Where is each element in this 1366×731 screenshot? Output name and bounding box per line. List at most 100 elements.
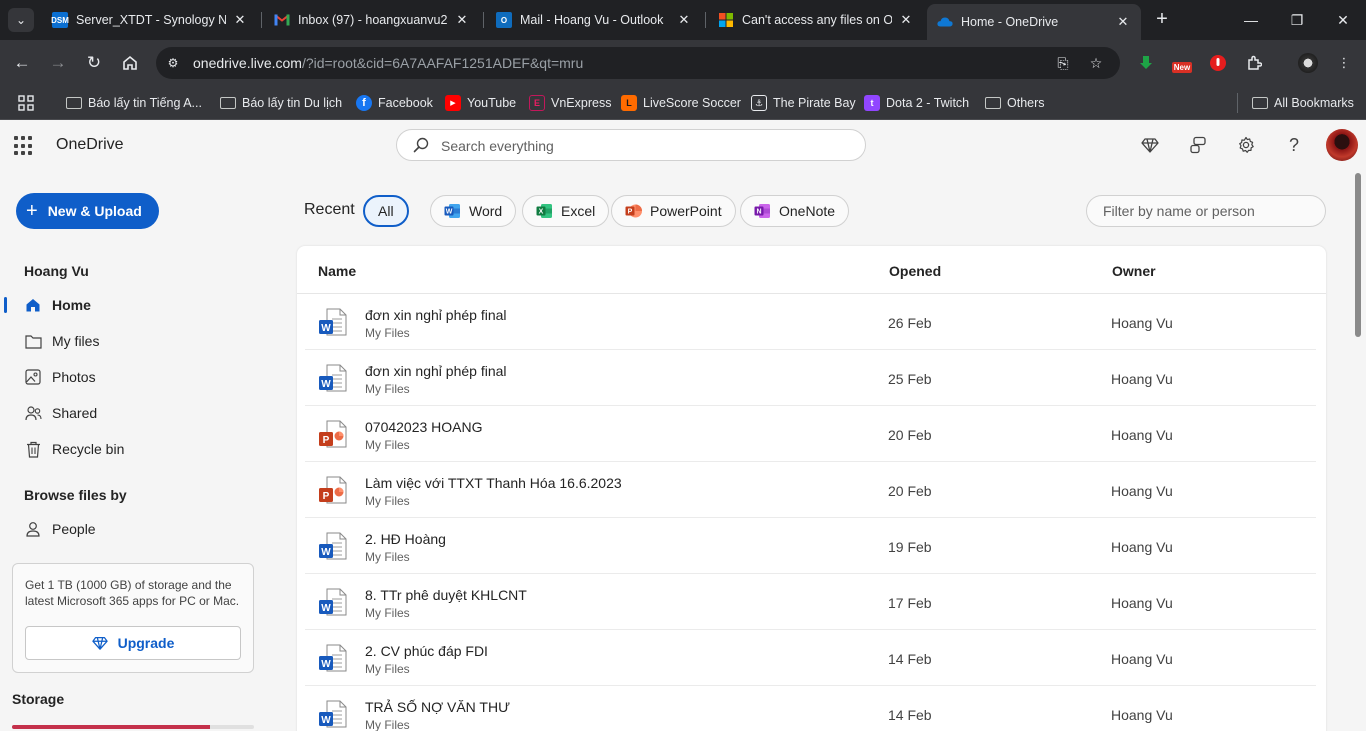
sidebar-item-my-files[interactable]: My files <box>0 325 270 357</box>
powerpoint-file-icon: P <box>318 475 348 505</box>
file-owner: Hoang Vu <box>1111 651 1173 667</box>
browser-tab-microsoft-answers[interactable]: Can't access any files on One ✕ <box>708 4 924 36</box>
file-opened-date: 25 Feb <box>888 371 932 387</box>
file-owner: Hoang Vu <box>1111 427 1173 443</box>
browser-menu-icon[interactable]: ⋮ <box>1332 51 1356 75</box>
all-bookmarks[interactable]: All Bookmarks <box>1252 92 1354 114</box>
tab-divider <box>261 12 262 28</box>
browser-tab-gmail[interactable]: Inbox (97) - hoangxuanvu23 ✕ <box>264 4 480 36</box>
table-row[interactable]: W TRẢ SỐ NỢ VĂN THƯ My Files 14 Feb Hoang Vu <box>305 686 1316 731</box>
bookmark-others[interactable]: Others <box>985 92 1045 114</box>
help-button[interactable]: ? <box>1282 133 1306 157</box>
minimize-button[interactable]: — <box>1228 0 1274 40</box>
filter-pill-powerpoint[interactable]: P PowerPoint <box>611 195 736 227</box>
sidebar-item-people[interactable]: People <box>0 513 270 545</box>
bookmark-youtube[interactable]: ▶ YouTube <box>445 92 516 114</box>
column-header-name[interactable]: Name <box>318 263 356 279</box>
download-extension-icon[interactable] <box>1134 51 1158 75</box>
table-row[interactable]: Wđơn xin nghỉ phép final My Files 26 Feb Ho… <box>305 294 1316 350</box>
table-row[interactable]: P Làm việc với TTXT Thanh Hóa 16.6.2023 My… <box>305 462 1316 518</box>
bookmark-pirate-bay[interactable]: ⚓ The Pirate Bay <box>751 92 856 114</box>
sidebar-item-recycle-bin[interactable]: Recycle bin <box>0 433 270 465</box>
file-name[interactable]: 2. CV phúc đáp FDI <box>365 643 488 659</box>
recent-heading: Recent <box>304 201 355 218</box>
ms365-apps-button[interactable] <box>1186 133 1210 157</box>
help-icon: ? <box>1288 134 1299 155</box>
tab-search-button[interactable]: ⌄ <box>8 8 34 32</box>
forward-button[interactable]: → <box>45 50 71 76</box>
upgrade-button[interactable]: Upgrade <box>25 626 241 660</box>
bookmark-bao-du-lich[interactable]: Báo lấy tin Du lịch <box>220 92 342 114</box>
bookmark-bao-tieng-anh[interactable]: Báo lấy tin Tiếng A... <box>66 92 202 114</box>
app-title[interactable]: OneDrive <box>56 136 124 154</box>
search-input[interactable] <box>441 136 841 156</box>
close-tab-icon[interactable]: ✕ <box>454 12 470 28</box>
close-icon: ✕ <box>1337 11 1349 28</box>
premium-button[interactable] <box>1138 133 1162 157</box>
file-name[interactable]: Làm việc với TTXT Thanh Hóa 16.6.2023 <box>365 475 622 491</box>
filter-pill-all[interactable]: All <box>363 195 409 227</box>
sidebar-item-home[interactable]: Home <box>0 289 270 321</box>
gear-icon <box>1239 136 1254 153</box>
bookmark-facebook[interactable]: f Facebook <box>356 92 433 114</box>
app-launcher-icon[interactable] <box>14 136 34 156</box>
facebook-icon: f <box>356 95 372 111</box>
column-header-opened[interactable]: Opened <box>889 263 941 279</box>
close-tab-icon[interactable]: ✕ <box>676 12 692 28</box>
search-box[interactable] <box>396 129 866 161</box>
bookmark-twitch[interactable]: t Dota 2 - Twitch <box>864 92 969 114</box>
file-name[interactable]: 2. HĐ Hoàng <box>365 531 446 547</box>
tab-title: Home - OneDrive <box>961 15 1059 29</box>
table-row[interactable]: W 2. CV phúc đáp FDI My Files 14 Feb Hoang V… <box>305 630 1316 686</box>
filter-pill-onenote[interactable]: N OneNote <box>740 195 850 227</box>
home-button[interactable] <box>117 50 143 76</box>
install-app-icon[interactable]: ⎘ <box>1053 53 1073 73</box>
column-header-owner[interactable]: Owner <box>1112 263 1156 279</box>
file-owner: Hoang Vu <box>1111 595 1173 611</box>
filter-pill-excel[interactable]: X Excel <box>522 195 610 227</box>
settings-button[interactable] <box>1234 133 1258 157</box>
reload-button[interactable]: ↻ <box>81 50 107 76</box>
browser-tab-synology[interactable]: DSM Server_XTDT - Synology NAS ✕ <box>42 4 258 36</box>
file-opened-date: 26 Feb <box>888 315 932 331</box>
profile-avatar-icon[interactable] <box>1296 51 1320 75</box>
adblock-extension-icon[interactable] <box>1206 51 1230 75</box>
table-row[interactable]: W 8. TTr phê duyệt KHLCNT My Files 17 Feb Ho… <box>305 574 1316 630</box>
table-row[interactable]: P 07042023 HOANG My Files 20 Feb Hoang Vu <box>305 406 1316 462</box>
account-avatar[interactable] <box>1326 129 1358 161</box>
address-bar[interactable]: ⚙ onedrive.live.com/?id=root&cid=6A7AAFA… <box>156 47 1120 79</box>
browser-tab-outlook[interactable]: O Mail - Hoang Vu - Outlook ✕ <box>486 4 702 36</box>
site-settings-icon[interactable]: ⚙ <box>164 54 182 72</box>
apps-grid-button[interactable] <box>18 92 34 114</box>
new-upload-button[interactable]: + New & Upload <box>16 193 159 229</box>
file-name[interactable]: 8. TTr phê duyệt KHLCNT <box>365 587 527 603</box>
filter-by-name-input[interactable] <box>1086 195 1326 227</box>
tab-title: Can't access any files on One <box>742 13 892 27</box>
close-tab-icon[interactable]: ✕ <box>232 12 248 28</box>
table-row[interactable]: Wđơn xin nghỉ phép final My Files 25 Feb Ho… <box>305 350 1316 406</box>
filter-pill-word[interactable]: W Word <box>430 195 517 227</box>
extensions-puzzle-icon[interactable] <box>1242 51 1266 75</box>
sidebar-item-photos[interactable]: Photos <box>0 361 270 393</box>
close-tab-icon[interactable]: ✕ <box>1115 14 1131 30</box>
browser-tab-onedrive[interactable]: Home - OneDrive ✕ <box>927 4 1141 40</box>
page-scrollbar[interactable] <box>1355 173 1361 337</box>
file-name[interactable]: đơn xin nghỉ phép final <box>365 363 507 379</box>
bookmark-vnexpress[interactable]: E VnExpress <box>529 92 611 114</box>
file-name[interactable]: 07042023 HOANG <box>365 419 483 435</box>
svg-text:W: W <box>321 547 331 558</box>
close-tab-icon[interactable]: ✕ <box>898 12 914 28</box>
new-tab-button[interactable]: + <box>1150 8 1174 32</box>
extension-new-icon[interactable]: New <box>1170 51 1194 75</box>
bookmark-livescore[interactable]: L LiveScore Soccer <box>621 92 741 114</box>
bookmark-star-icon[interactable]: ☆ <box>1086 53 1106 73</box>
restore-button[interactable]: ❐ <box>1274 0 1320 40</box>
close-window-button[interactable]: ✕ <box>1320 0 1366 40</box>
table-row[interactable]: W 2. HĐ Hoàng My Files 19 Feb Hoang Vu <box>305 518 1316 574</box>
sidebar-item-shared[interactable]: Shared <box>0 397 270 429</box>
piratebay-icon: ⚓ <box>751 95 767 111</box>
file-name[interactable]: đơn xin nghỉ phép final <box>365 307 507 323</box>
file-location: My Files <box>365 662 410 676</box>
back-button[interactable]: ← <box>9 50 35 76</box>
file-name[interactable]: TRẢ SỐ NỢ VĂN THƯ <box>365 699 510 715</box>
